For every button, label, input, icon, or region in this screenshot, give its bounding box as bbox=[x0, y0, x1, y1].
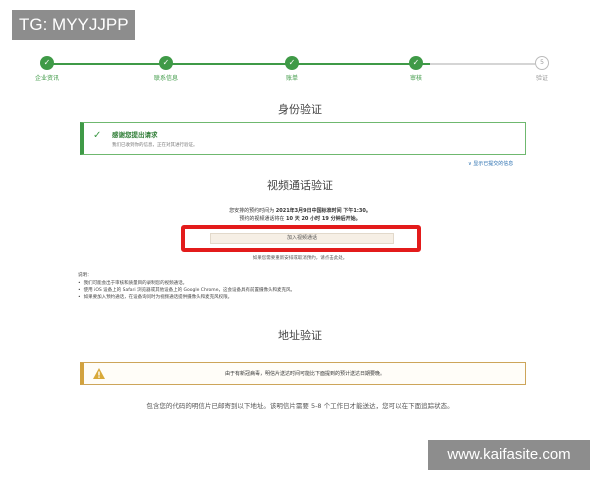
notes-item: 如果要加入预约通话，在设备询问时为视频通话提供摄像头和麦克风权限。 bbox=[78, 294, 498, 301]
appointment-countdown: 预约的视频通话将在 10 天 20 小时 19 分钟后开始。 bbox=[0, 215, 600, 222]
step-2-check-icon: ✓ bbox=[159, 56, 173, 70]
step-5-label: 验证 bbox=[535, 75, 548, 82]
site-watermark: www.kaifasite.com bbox=[428, 440, 590, 470]
appointment-datetime: 2021年3月9日中国标准时间 下午1:30。 bbox=[275, 208, 371, 214]
join-video-call-button[interactable]: 加入视频通话 bbox=[210, 233, 394, 244]
countdown-label: 预约的视频通话将在 bbox=[239, 216, 286, 222]
address-title: 地址验证 bbox=[278, 329, 322, 342]
step-1-check-icon: ✓ bbox=[40, 56, 54, 70]
appointment-label: 您安排的预约时间为 bbox=[229, 208, 276, 214]
notes-item: 使用 iOS 设备上的 Safari 浏览器或其他设备上的 Google Chr… bbox=[78, 287, 498, 294]
notes-section: 说明： 我们可能会出于审核和质量目的录制您的视频通话。 使用 iOS 设备上的 … bbox=[78, 272, 498, 301]
postcard-note: 包含您的代码的明信片已邮寄到以下地址。该明信片需要 5-8 个工作日才能送达，您… bbox=[146, 402, 454, 410]
video-title: 视频通话验证 bbox=[267, 179, 333, 192]
progress-stepper: ✓ 企业资讯 ✓ 联系信息 ✓ 账单 ✓ 审核 5 验证 bbox=[35, 56, 549, 86]
identity-title: 身份验证 bbox=[278, 103, 322, 116]
red-highlight-frame: 加入视频通话 bbox=[181, 225, 421, 252]
success-title: 感谢您提出请求 bbox=[112, 131, 158, 139]
warning-text: 由于有新冠病毒，明信片送达时间可能比下面提到的预计送达日期要晚。 bbox=[224, 371, 385, 377]
step-4-label: 审核 bbox=[409, 75, 422, 82]
success-message: ✓ 感谢您提出请求 我们已收到你的信息，正在对其进行验证。 bbox=[80, 122, 526, 155]
tg-tag-overlay: TG: MYYJJPP bbox=[12, 10, 135, 40]
step-5-number: 5 bbox=[535, 56, 549, 70]
step-1-label: 企业资讯 bbox=[34, 75, 59, 82]
step-4-check-icon: ✓ bbox=[409, 56, 423, 70]
step-3-label: 账单 bbox=[285, 75, 298, 82]
progress-line-done bbox=[47, 63, 430, 65]
appointment-time: 您安排的预约时间为 2021年3月9日中国标准时间 下午1:30。 bbox=[0, 207, 600, 214]
warning-banner: 由于有新冠病毒，明信片送达时间可能比下面提到的预计送达日期要晚。 bbox=[80, 362, 526, 385]
success-subtitle: 我们已收到你的信息，正在对其进行验证。 bbox=[112, 143, 198, 148]
notes-heading: 说明： bbox=[78, 273, 92, 278]
countdown-value: 10 天 20 小时 19 分钟后开始。 bbox=[286, 216, 361, 222]
step-3-check-icon: ✓ bbox=[285, 56, 299, 70]
show-submitted-info-link[interactable]: ∨ 显示已提交的信息 bbox=[468, 160, 513, 167]
reschedule-link[interactable]: 如果您需要重新安排或取消预约，请点击此处。 bbox=[0, 255, 600, 261]
step-2-label: 联系信息 bbox=[153, 75, 178, 82]
notes-item: 我们可能会出于审核和质量目的录制您的视频通话。 bbox=[78, 280, 498, 287]
check-icon: ✓ bbox=[93, 130, 102, 141]
progress-line-todo bbox=[430, 63, 535, 65]
